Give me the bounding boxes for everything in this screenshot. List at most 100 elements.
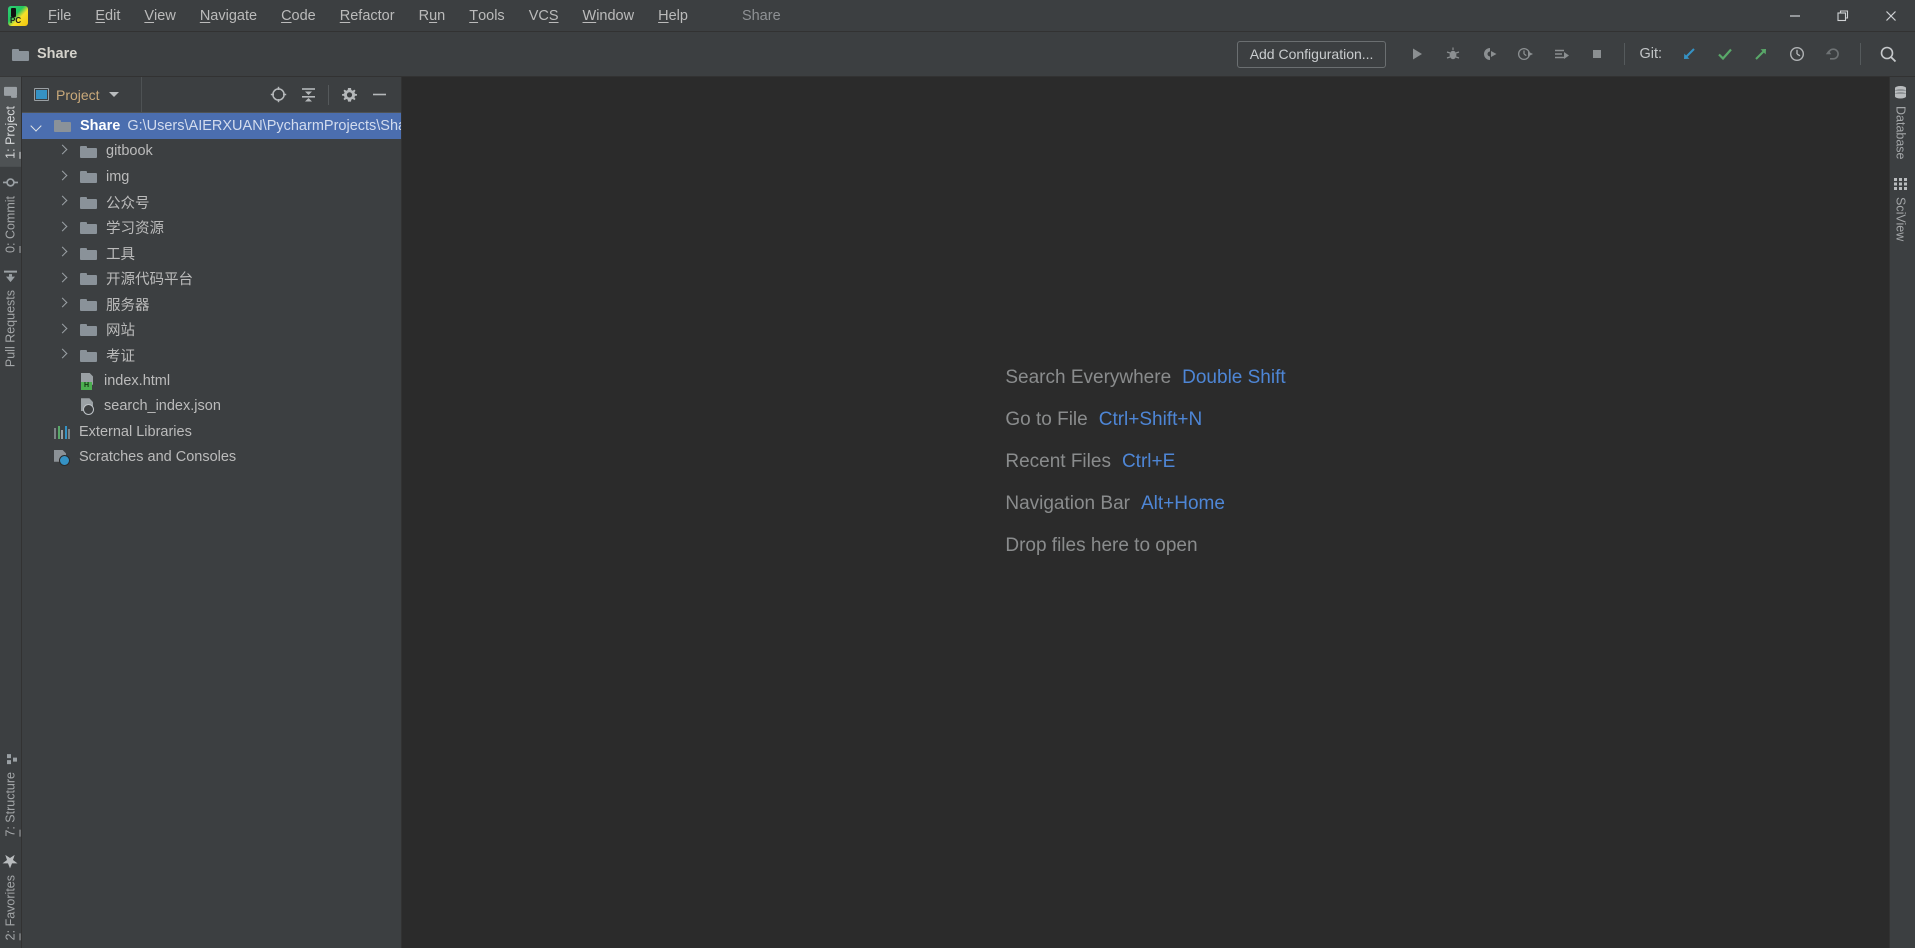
- tool-window-tab-1-project[interactable]: 1: Project: [0, 77, 21, 167]
- editor-hint-action: Search Everywhere: [1005, 367, 1172, 388]
- chevron-down-icon[interactable]: [32, 121, 42, 131]
- tree-row[interactable]: 公众号: [22, 190, 401, 216]
- tool-window-tab-database[interactable]: Database: [1890, 77, 1911, 168]
- tree-row[interactable]: 网站: [22, 317, 401, 343]
- chevron-right-icon[interactable]: [58, 146, 68, 156]
- editor-hints: Search Everywhere Double Shift Go to File C…: [1005, 367, 1285, 557]
- star-icon: [3, 853, 19, 869]
- chevron-down-icon[interactable]: [108, 92, 119, 97]
- chevron-right-icon[interactable]: [58, 350, 68, 360]
- chevron-right-icon[interactable]: [58, 299, 68, 309]
- breadcrumb-label: Share: [37, 46, 78, 62]
- tree-row-label: 学习资源: [106, 221, 164, 238]
- folder-icon: [80, 298, 97, 311]
- tree-row[interactable]: gitbook: [22, 139, 401, 165]
- pull-request-icon: [3, 269, 18, 284]
- editor-hint: Search Everywhere Double Shift: [1005, 367, 1285, 389]
- project-panel-title: Project: [56, 86, 100, 103]
- editor-hint: Go to File Ctrl+Shift+N: [1005, 409, 1285, 431]
- menu-item-navigate[interactable]: Navigate: [188, 0, 269, 31]
- run-with-coverage-icon[interactable]: [1472, 39, 1506, 69]
- menu-item-edit[interactable]: Edit: [83, 0, 132, 31]
- tree-row[interactable]: 工具: [22, 241, 401, 267]
- tree-row-label: 公众号: [106, 195, 150, 212]
- close-icon[interactable]: [1867, 0, 1915, 32]
- search-icon[interactable]: [1871, 39, 1905, 69]
- chevron-right-icon[interactable]: [58, 223, 68, 233]
- tool-window-tab-label: Database: [1893, 106, 1908, 160]
- chevron-right-icon[interactable]: [58, 172, 68, 182]
- editor-hint-action: Navigation Bar: [1005, 493, 1130, 514]
- project-panel-header: Project: [22, 77, 401, 113]
- chevron-right-icon[interactable]: [58, 197, 68, 207]
- scratches-icon: [54, 450, 70, 466]
- chevron-right-icon[interactable]: [58, 248, 68, 258]
- rollback-icon[interactable]: [1816, 39, 1850, 69]
- tree-row[interactable]: 服务器: [22, 292, 401, 318]
- tree-row[interactable]: Scratches and Consoles: [22, 445, 401, 471]
- menu-item-window[interactable]: Window: [571, 0, 647, 31]
- tool-window-tab-label: SciView: [1893, 196, 1908, 241]
- tree-row[interactable]: 考证: [22, 343, 401, 369]
- project-view-selector[interactable]: Project: [22, 87, 119, 103]
- tree-row[interactable]: 开源代码平台: [22, 266, 401, 292]
- scroll-from-source-icon[interactable]: [264, 81, 292, 109]
- chevron-right-icon[interactable]: [58, 325, 68, 335]
- run-icon[interactable]: [1400, 39, 1434, 69]
- push-icon[interactable]: [1744, 39, 1778, 69]
- tool-window-tab-0-commit[interactable]: 0: Commit: [0, 167, 21, 261]
- hide-icon[interactable]: [365, 81, 393, 109]
- main-menu: File Edit View Navigate Code Refactor Ru n Tools…: [36, 0, 700, 31]
- editor-hint-action: Drop files here to open: [1005, 535, 1198, 556]
- breadcrumb[interactable]: Share: [12, 46, 77, 62]
- stop-icon[interactable]: [1580, 39, 1614, 69]
- menu-item-vcs[interactable]: VC S: [517, 0, 571, 31]
- tree-row[interactable]: search_index.json: [22, 394, 401, 420]
- editor-hint-shortcut: Ctrl+Shift+N: [1098, 409, 1203, 430]
- main-area: 1: Project 0: Commit Pull Requests 7: Stru…: [0, 77, 1915, 948]
- menu-item-code[interactable]: Code: [269, 0, 328, 31]
- debug-icon[interactable]: [1436, 39, 1470, 69]
- editor-hint-action: Go to File: [1005, 409, 1088, 430]
- folder-icon: [80, 170, 97, 184]
- menu-item-refactor[interactable]: Refactor: [328, 0, 407, 31]
- project-panel-actions: [264, 81, 401, 109]
- menu-item-help[interactable]: Help: [646, 0, 700, 31]
- chevron-right-icon[interactable]: [58, 274, 68, 284]
- project-tree[interactable]: Share G:\Users\AIERXUAN\PycharmProjects\S…: [22, 113, 401, 948]
- tool-window-tab-2-favorites[interactable]: 2: Favorites: [0, 845, 21, 948]
- tree-row-label: 考证: [106, 348, 135, 365]
- collapse-all-icon[interactable]: [294, 81, 322, 109]
- editor-hint: Recent Files Ctrl+E: [1005, 451, 1285, 473]
- tree-row[interactable]: img: [22, 164, 401, 190]
- menu-item-run[interactable]: Run: [407, 0, 458, 31]
- editor-hint: Drop files here to open: [1005, 535, 1285, 557]
- json-file-icon: [80, 398, 95, 416]
- restore-icon[interactable]: [1819, 0, 1867, 32]
- folder-icon: [80, 323, 97, 337]
- tool-window-tab-7-structure[interactable]: 7: Structure: [0, 743, 21, 845]
- menu-item-tools[interactable]: Tools: [457, 0, 516, 31]
- menu-item-view[interactable]: View: [132, 0, 187, 31]
- editor-hint-shortcut: Ctrl+E: [1121, 451, 1176, 472]
- editor-empty-area[interactable]: Search Everywhere Double Shift Go to File C…: [402, 77, 1889, 948]
- tree-row[interactable]: External Libraries: [22, 419, 401, 445]
- structure-icon: [3, 751, 18, 766]
- html-file-icon: [80, 373, 95, 390]
- profile-icon[interactable]: [1508, 39, 1542, 69]
- update-project-icon[interactable]: [1672, 39, 1706, 69]
- commit-icon[interactable]: [1708, 39, 1742, 69]
- tool-window-tab-sciview[interactable]: SciView: [1890, 168, 1911, 249]
- gear-icon[interactable]: [335, 81, 363, 109]
- minimize-icon[interactable]: [1771, 0, 1819, 32]
- menu-item-file[interactable]: File: [36, 0, 83, 31]
- tree-row-label: Scratches and Consoles: [79, 449, 237, 466]
- tree-row[interactable]: index.html: [22, 368, 401, 394]
- tool-window-tab-pull-requests[interactable]: Pull Requests: [0, 261, 21, 375]
- history-icon[interactable]: [1780, 39, 1814, 69]
- add-configuration-button[interactable]: Add Configuration...: [1236, 40, 1387, 68]
- tree-row[interactable]: Share G:\Users\AIERXUAN\PycharmProjects\S…: [22, 113, 401, 139]
- commit-icon: [3, 175, 18, 190]
- tree-row[interactable]: 学习资源: [22, 215, 401, 241]
- run-tests-icon[interactable]: [1544, 39, 1578, 69]
